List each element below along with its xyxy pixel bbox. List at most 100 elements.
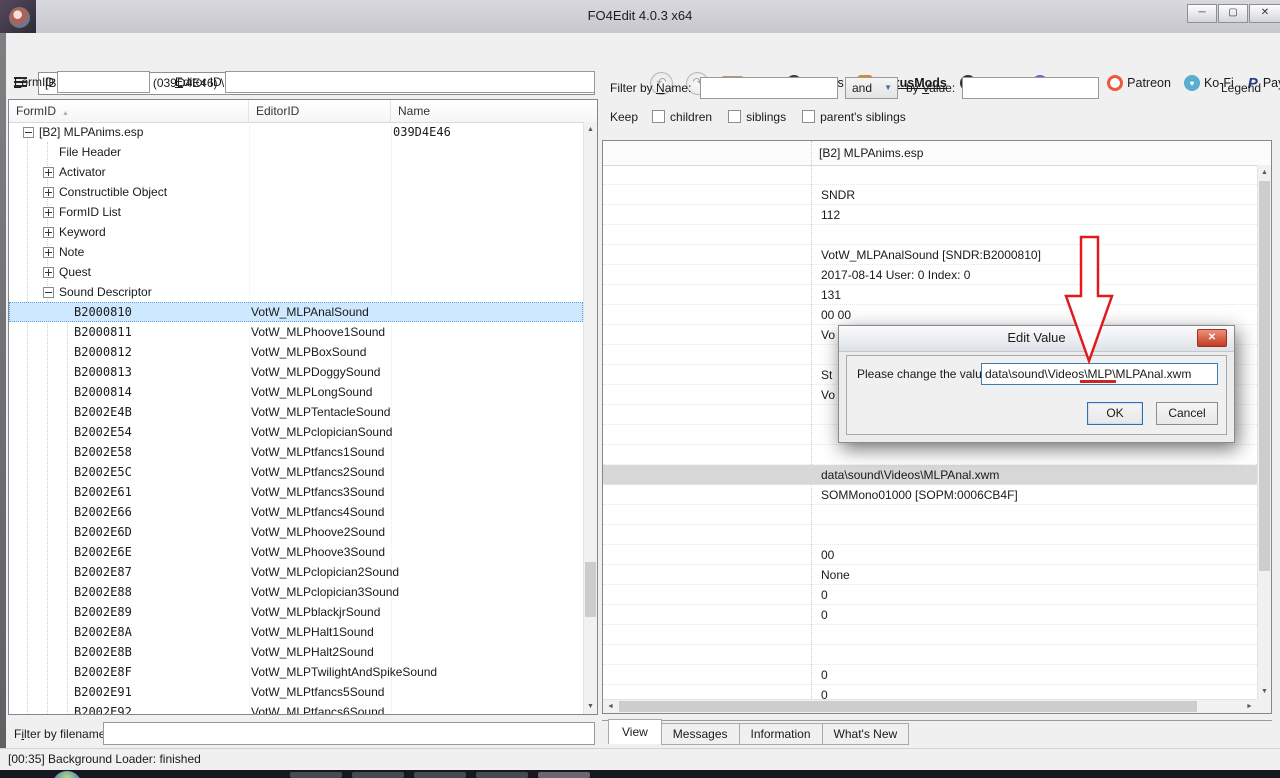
- detail-row[interactable]: Unknown00: [603, 545, 1257, 565]
- scroll-left-arrow[interactable]: ◄: [603, 700, 618, 713]
- tree-row-group[interactable]: Sound Descriptor: [9, 282, 583, 302]
- legend-link[interactable]: Legend: [1221, 81, 1261, 95]
- checkbox-icon[interactable]: [802, 110, 815, 123]
- tree-row-record[interactable]: B2000814VotW_MLPLongSound: [9, 382, 583, 402]
- tab-information[interactable]: Information: [739, 723, 823, 745]
- expand-icon[interactable]: [43, 207, 54, 218]
- checkbox-icon[interactable]: [728, 110, 741, 123]
- tree-row-record[interactable]: B2002E61VotW_MLPtfancs3Sound: [9, 482, 583, 502]
- tree-row-record[interactable]: B2000811VotW_MLPhoove1Sound: [9, 322, 583, 342]
- tree-row-record[interactable]: B2002E4BVotW_MLPTentacleSound: [9, 402, 583, 422]
- detail-row[interactable]: LNAM - Values: [603, 525, 1257, 545]
- detail-row[interactable]: SignatureSNDR: [603, 185, 1257, 205]
- tree-row-record[interactable]: B2002E6EVotW_MLPhoove3Sound: [9, 542, 583, 562]
- detail-row[interactable]: FormIDVotW_MLPAnalSound [SNDR:B2000810]: [603, 245, 1257, 265]
- tab-view[interactable]: View: [608, 719, 662, 744]
- tree-row-group[interactable]: File Header: [9, 142, 583, 162]
- scrollbar-thumb[interactable]: [1259, 181, 1270, 571]
- tree-row-group[interactable]: Quest: [9, 262, 583, 282]
- minimize-button[interactable]: ─: [1187, 4, 1217, 23]
- filename-filter-input[interactable]: [103, 722, 595, 745]
- scroll-up-arrow[interactable]: ▲: [1258, 165, 1271, 180]
- scrollbar-thumb[interactable]: [619, 701, 1197, 712]
- tree-row-group[interactable]: FormID List: [9, 202, 583, 222]
- tree-row-record[interactable]: B2002E92VotW_MLPtfancs6Sound: [9, 702, 583, 714]
- scroll-right-arrow[interactable]: ►: [1242, 700, 1257, 713]
- expand-icon[interactable]: [43, 267, 54, 278]
- scroll-down-arrow[interactable]: ▼: [1258, 684, 1271, 699]
- detail-row[interactable]: LoopingNone: [603, 565, 1257, 585]
- tree-row-record[interactable]: B2002E66VotW_MLPtfancs4Sound: [9, 502, 583, 522]
- detail-row[interactable]: % Frequency Variance0: [603, 685, 1257, 699]
- detail-row[interactable]: ANAM - File Namedata\sound\Videos\MLPAna…: [603, 465, 1257, 485]
- tree-row-group[interactable]: Note: [9, 242, 583, 262]
- checkbox-icon[interactable]: [652, 110, 665, 123]
- taskbar-item[interactable]: [352, 772, 404, 778]
- column-header-formid[interactable]: FormID▲: [9, 100, 249, 122]
- detail-row[interactable]: Version Control Info 12017-08-14 User: 0…: [603, 265, 1257, 285]
- detail-row[interactable]: Record Flags: [603, 225, 1257, 245]
- tree-row-plugin[interactable]: [B2] MLPAnims.esp039D4E46: [9, 122, 583, 142]
- start-button[interactable]: [52, 771, 82, 778]
- tree-row-record[interactable]: B2002E91VotW_MLPtfancs5Sound: [9, 682, 583, 702]
- link-patreon[interactable]: Patreon: [1107, 75, 1171, 91]
- tree-row-record[interactable]: B2002E6DVotW_MLPhoove2Sound: [9, 522, 583, 542]
- detail-row[interactable]: Record Header: [603, 165, 1257, 185]
- expand-icon[interactable]: [43, 187, 54, 198]
- taskbar-item[interactable]: [538, 772, 590, 778]
- detail-vertical-scrollbar[interactable]: ▲ ▼: [1257, 165, 1271, 699]
- detail-row[interactable]: Rumble Send Value = (S...0: [603, 605, 1257, 625]
- tree-row-group[interactable]: Activator: [9, 162, 583, 182]
- maximize-button[interactable]: ▢: [1218, 4, 1248, 23]
- detail-row[interactable]: ONAM - Output ModelSOMMono01000 [SOPM:00…: [603, 485, 1257, 505]
- ok-button[interactable]: OK: [1087, 402, 1143, 425]
- filter-by-name-input[interactable]: [700, 77, 838, 99]
- tree-row-record[interactable]: B2002E88VotW_MLPclopician3Sound: [9, 582, 583, 602]
- keep-option-siblings[interactable]: siblings: [728, 110, 786, 124]
- tree-row-record[interactable]: B2000813VotW_MLPDoggySound: [9, 362, 583, 382]
- tree-row-group[interactable]: Keyword: [9, 222, 583, 242]
- tree-row-record[interactable]: B2002E89VotW_MLPblackjrSound: [9, 602, 583, 622]
- detail-row[interactable]: % Frequency Shift0: [603, 665, 1257, 685]
- expand-icon[interactable]: [43, 167, 54, 178]
- detail-row[interactable]: Form Version131: [603, 285, 1257, 305]
- tree-row-group[interactable]: Constructible Object: [9, 182, 583, 202]
- column-header-editorid[interactable]: EditorID: [249, 100, 391, 122]
- tree-row-record[interactable]: B2002E8FVotW_MLPTwilightAndSpikeSound: [9, 662, 583, 682]
- keep-option-parentssiblings[interactable]: parent's siblings: [802, 110, 906, 124]
- detail-row[interactable]: Sound Files #0: [603, 445, 1257, 465]
- close-button[interactable]: ✕: [1249, 4, 1280, 23]
- taskbar-item[interactable]: [414, 772, 466, 778]
- tree-row-record[interactable]: B2002E54VotW_MLPclopicianSound: [9, 422, 583, 442]
- taskbar-item[interactable]: [290, 772, 342, 778]
- tree-row-record[interactable]: B2000810VotW_MLPAnalSound: [9, 302, 583, 322]
- tree-vertical-scrollbar[interactable]: ▲ ▼: [583, 122, 597, 714]
- detail-row[interactable]: Sidechain0: [603, 585, 1257, 605]
- collapse-icon[interactable]: [23, 127, 34, 138]
- detail-row[interactable]: Values: [603, 645, 1257, 665]
- filter-by-value-input[interactable]: [962, 77, 1099, 99]
- tab-messages[interactable]: Messages: [661, 723, 740, 745]
- tab-whatsnew[interactable]: What's New: [822, 723, 910, 745]
- tree-row-record[interactable]: B2002E87VotW_MLPclopician2Sound: [9, 562, 583, 582]
- detail-row[interactable]: BNAM - Data: [603, 625, 1257, 645]
- formid-filter-input[interactable]: [57, 71, 150, 93]
- scroll-down-arrow[interactable]: ▼: [584, 699, 597, 714]
- detail-row[interactable]: Conditions: [603, 505, 1257, 525]
- collapse-icon[interactable]: [43, 287, 54, 298]
- filter-logic-select[interactable]: and▼: [845, 77, 898, 99]
- tree-row-record[interactable]: B2000812VotW_MLPBoxSound: [9, 342, 583, 362]
- tree-row-record[interactable]: B2002E58VotW_MLPtfancs1Sound: [9, 442, 583, 462]
- dialog-close-button[interactable]: ✕: [1197, 329, 1227, 347]
- tree-row-record[interactable]: B2002E8AVotW_MLPHalt1Sound: [9, 622, 583, 642]
- expand-icon[interactable]: [43, 227, 54, 238]
- scrollbar-thumb[interactable]: [585, 562, 596, 617]
- keep-option-children[interactable]: children: [652, 110, 712, 124]
- tree-row-record[interactable]: B2002E5CVotW_MLPtfancs2Sound: [9, 462, 583, 482]
- cancel-button[interactable]: Cancel: [1156, 402, 1218, 425]
- detail-horizontal-scrollbar[interactable]: ◄ ►: [603, 699, 1257, 713]
- detail-plugin-column-header[interactable]: [B2] MLPAnims.esp: [819, 141, 923, 165]
- expand-icon[interactable]: [43, 247, 54, 258]
- tree-row-record[interactable]: B2002E8BVotW_MLPHalt2Sound: [9, 642, 583, 662]
- column-header-name[interactable]: Name: [391, 100, 599, 122]
